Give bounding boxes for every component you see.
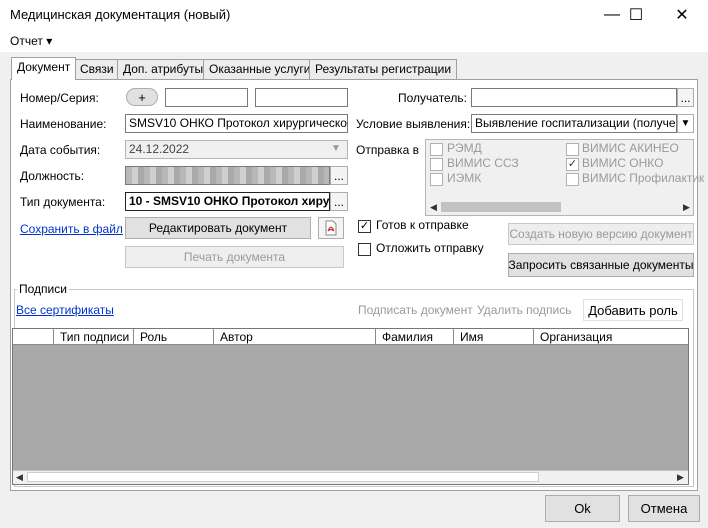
request-linked-docs-button[interactable]: Запросить связанные документы <box>508 253 694 277</box>
add-role-button[interactable]: Добавить роль <box>583 299 683 321</box>
grid-scrollbar-thumb[interactable] <box>27 472 539 482</box>
signatures-grid: Тип подписи Роль Автор Фамилия Имя Орган… <box>12 328 689 485</box>
create-new-version-button[interactable]: Создать новую версию документ <box>508 223 694 245</box>
send-target-checkbox[interactable] <box>566 143 579 156</box>
tab-services[interactable]: Оказанные услуги <box>203 59 317 79</box>
signatures-group-label: Подписи <box>17 282 69 296</box>
send-target-label: ВИМИС Профилактик <box>582 171 705 185</box>
doctype-browse-button[interactable]: ... <box>330 192 348 211</box>
all-certificates-link[interactable]: Все сертификаты <box>16 303 114 317</box>
condition-select[interactable]: Выявление госпитализации (получение <box>471 114 677 133</box>
position-label: Должность: <box>20 169 85 183</box>
column-header[interactable]: Имя <box>453 329 533 345</box>
column-header[interactable]: Автор <box>213 329 373 345</box>
number-input[interactable] <box>165 88 248 107</box>
postpone-send-checkbox[interactable] <box>358 243 371 256</box>
ok-button[interactable]: Ok <box>545 495 620 522</box>
send-target-label: ВИМИС ССЗ <box>447 156 519 170</box>
send-target-checkbox[interactable] <box>430 173 443 186</box>
edit-document-button[interactable]: Редактировать документ <box>125 217 311 239</box>
position-field[interactable] <box>125 166 330 185</box>
send-target-label: ВИМИС ОНКО <box>582 156 664 170</box>
close-button[interactable]: ✕ <box>662 0 702 30</box>
ready-to-send-label: Готов к отправке <box>376 218 469 232</box>
scroll-left-arrow-icon[interactable]: ◀ <box>430 202 437 213</box>
column-header[interactable]: Тип подписи <box>53 329 133 345</box>
sign-document-button[interactable]: Подписать документ <box>358 303 473 317</box>
position-browse-button[interactable]: ... <box>330 166 348 185</box>
send-target-checkbox[interactable] <box>430 158 443 171</box>
send-target-label: ВИМИС АКИНЕО <box>582 141 679 155</box>
ready-to-send-checkbox[interactable]: ✓ <box>358 220 371 233</box>
recipient-input[interactable] <box>471 88 677 107</box>
recipient-browse-button[interactable]: ... <box>677 88 694 107</box>
tab-extra-attributes[interactable]: Доп. атрибуты <box>117 59 210 79</box>
doctype-label: Тип документа: <box>20 195 106 209</box>
grid-scroll-right-icon[interactable]: ▶ <box>677 472 684 483</box>
window-title: Медицинская документация (новый) <box>10 7 231 22</box>
print-document-button[interactable]: Печать документа <box>125 246 344 268</box>
name-label: Наименование: <box>20 117 107 131</box>
add-number-button[interactable]: + <box>126 88 158 106</box>
send-target-label: РЭМД <box>447 141 482 155</box>
tab-links[interactable]: Связи <box>74 59 120 79</box>
send-targets-scrollbar-thumb[interactable] <box>441 202 561 212</box>
send-target-checkbox[interactable] <box>430 143 443 156</box>
event-date-field[interactable]: 24.12.2022 <box>125 140 348 159</box>
condition-dropdown-icon[interactable]: ▼ <box>677 114 694 133</box>
column-header[interactable]: Организация <box>533 329 688 345</box>
menu-bar <box>0 30 708 52</box>
save-to-file-link[interactable]: Сохранить в файл <box>20 222 123 236</box>
postpone-send-label: Отложить отправку <box>376 241 484 255</box>
send-target-checkbox-checked[interactable]: ✓ <box>566 158 579 171</box>
name-input[interactable]: SMSV10 ОНКО Протокол хирургической оп <box>125 114 348 133</box>
send-target-label: ИЭМК <box>447 171 482 185</box>
series-input[interactable] <box>255 88 348 107</box>
tab-document[interactable]: Документ <box>11 57 77 80</box>
grid-scroll-left-icon[interactable]: ◀ <box>16 472 23 483</box>
event-date-label: Дата события: <box>20 143 101 157</box>
number-series-label: Номер/Серия: <box>20 91 99 105</box>
send-to-label: Отправка в <box>356 143 419 157</box>
cancel-button[interactable]: Отмена <box>628 495 700 522</box>
doctype-field[interactable]: 10 - SMSV10 ОНКО Протокол хиру <box>125 192 330 211</box>
column-header[interactable]: Роль <box>133 329 213 345</box>
date-dropdown-icon[interactable]: ▼ <box>331 143 341 154</box>
pdf-icon[interactable] <box>318 217 344 239</box>
tab-registration-results[interactable]: Результаты регистрации <box>309 59 458 79</box>
condition-label: Условие выявления: <box>356 117 471 131</box>
recipient-label: Получатель: <box>398 91 467 105</box>
send-target-checkbox[interactable] <box>566 173 579 186</box>
maximize-button[interactable]: ☐ <box>616 0 656 30</box>
scroll-right-arrow-icon[interactable]: ▶ <box>683 202 690 213</box>
menu-report[interactable]: Отчет ▾ <box>10 34 52 48</box>
column-header[interactable]: Фамилия <box>375 329 453 345</box>
delete-signature-button[interactable]: Удалить подпись <box>477 303 572 317</box>
